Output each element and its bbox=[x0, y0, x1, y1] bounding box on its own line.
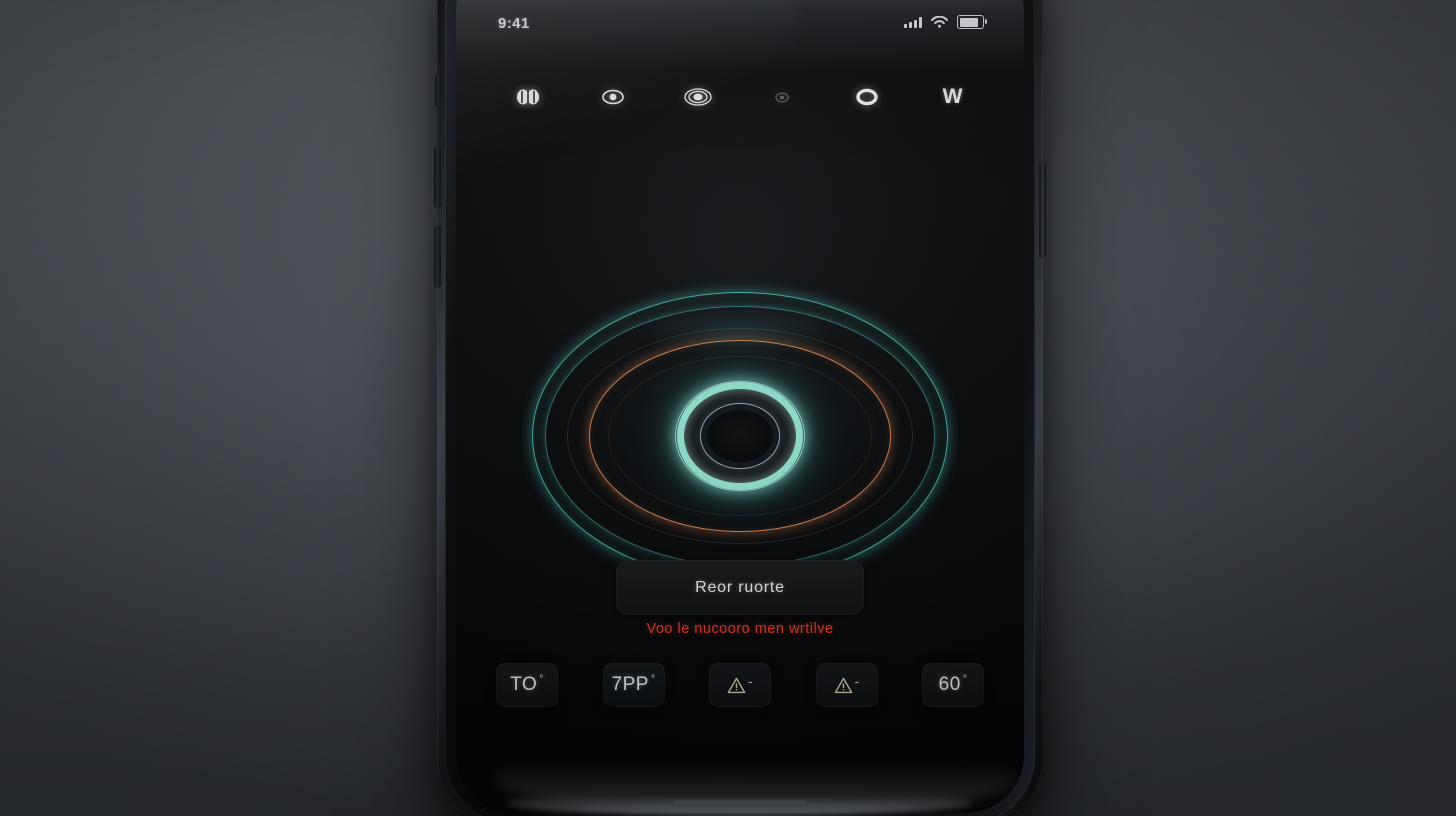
phone-screen: 9:41 W Reor ruorte Voo le nucooro men wr… bbox=[456, 0, 1024, 813]
small-dot-icon bbox=[775, 91, 789, 103]
chip-unit: - bbox=[854, 673, 860, 689]
chip-value: TO bbox=[510, 674, 538, 695]
icon-letter-w[interactable]: W bbox=[932, 79, 972, 115]
icon-group-circles[interactable] bbox=[508, 79, 548, 115]
primary-action-label: Reor ruorte bbox=[695, 578, 785, 596]
chip-value: 7PP bbox=[611, 674, 649, 695]
dial-core[interactable] bbox=[707, 410, 773, 462]
phone-device: 9:41 W Reor ruorte Voo le nucooro men wr… bbox=[434, 0, 1046, 816]
volume-down-button[interactable] bbox=[434, 226, 441, 288]
metric-chip[interactable]: 60 ° bbox=[922, 663, 984, 707]
metric-chip[interactable]: - bbox=[709, 663, 771, 707]
metric-chip[interactable]: TO ° bbox=[496, 663, 558, 707]
eye-icon bbox=[601, 89, 624, 105]
chip-unit: - bbox=[748, 673, 753, 689]
top-icon-row: W bbox=[456, 73, 1024, 121]
metric-chip[interactable]: 7PP ° bbox=[602, 663, 665, 707]
dial-top-bloom bbox=[590, 305, 890, 355]
metric-chip[interactable]: - bbox=[815, 663, 878, 707]
warning-triangle-icon bbox=[834, 677, 852, 693]
chip-unit: ° bbox=[539, 673, 544, 685]
chip-unit: ° bbox=[650, 673, 656, 685]
icon-concentric-rings[interactable] bbox=[678, 79, 718, 115]
status-bar-time: 9:41 bbox=[498, 15, 530, 32]
mute-switch[interactable] bbox=[435, 74, 441, 108]
group-circles-icon bbox=[517, 89, 539, 105]
icon-solid-ring[interactable] bbox=[847, 79, 887, 115]
radial-dial[interactable] bbox=[520, 271, 960, 601]
warning-triangle-icon bbox=[727, 677, 746, 693]
wifi-icon bbox=[931, 16, 948, 28]
chip-unit: ° bbox=[962, 673, 968, 685]
icon-eye[interactable] bbox=[593, 79, 633, 115]
chip-value: 60 bbox=[938, 674, 961, 695]
screenshot-stage: 9:41 W Reor ruorte Voo le nucooro men wr… bbox=[0, 0, 1456, 816]
power-button[interactable] bbox=[1039, 162, 1046, 258]
volume-up-button[interactable] bbox=[434, 146, 441, 208]
status-bar: 9:41 bbox=[456, 0, 1024, 39]
status-bar-indicators bbox=[904, 15, 987, 29]
solid-ring-icon bbox=[856, 88, 878, 106]
cellular-signal-icon bbox=[904, 16, 922, 28]
metric-chip-row: TO ° 7PP ° - - 60 ° bbox=[456, 661, 1024, 709]
letter-w-icon: W bbox=[942, 85, 963, 108]
battery-icon bbox=[957, 15, 987, 29]
concentric-rings-icon bbox=[683, 88, 712, 106]
icon-small-dot[interactable] bbox=[762, 79, 802, 115]
primary-action-button[interactable]: Reor ruorte bbox=[616, 560, 864, 615]
home-indicator[interactable] bbox=[674, 800, 806, 804]
error-message: Voo le nucooro men wrtilve bbox=[646, 621, 834, 637]
